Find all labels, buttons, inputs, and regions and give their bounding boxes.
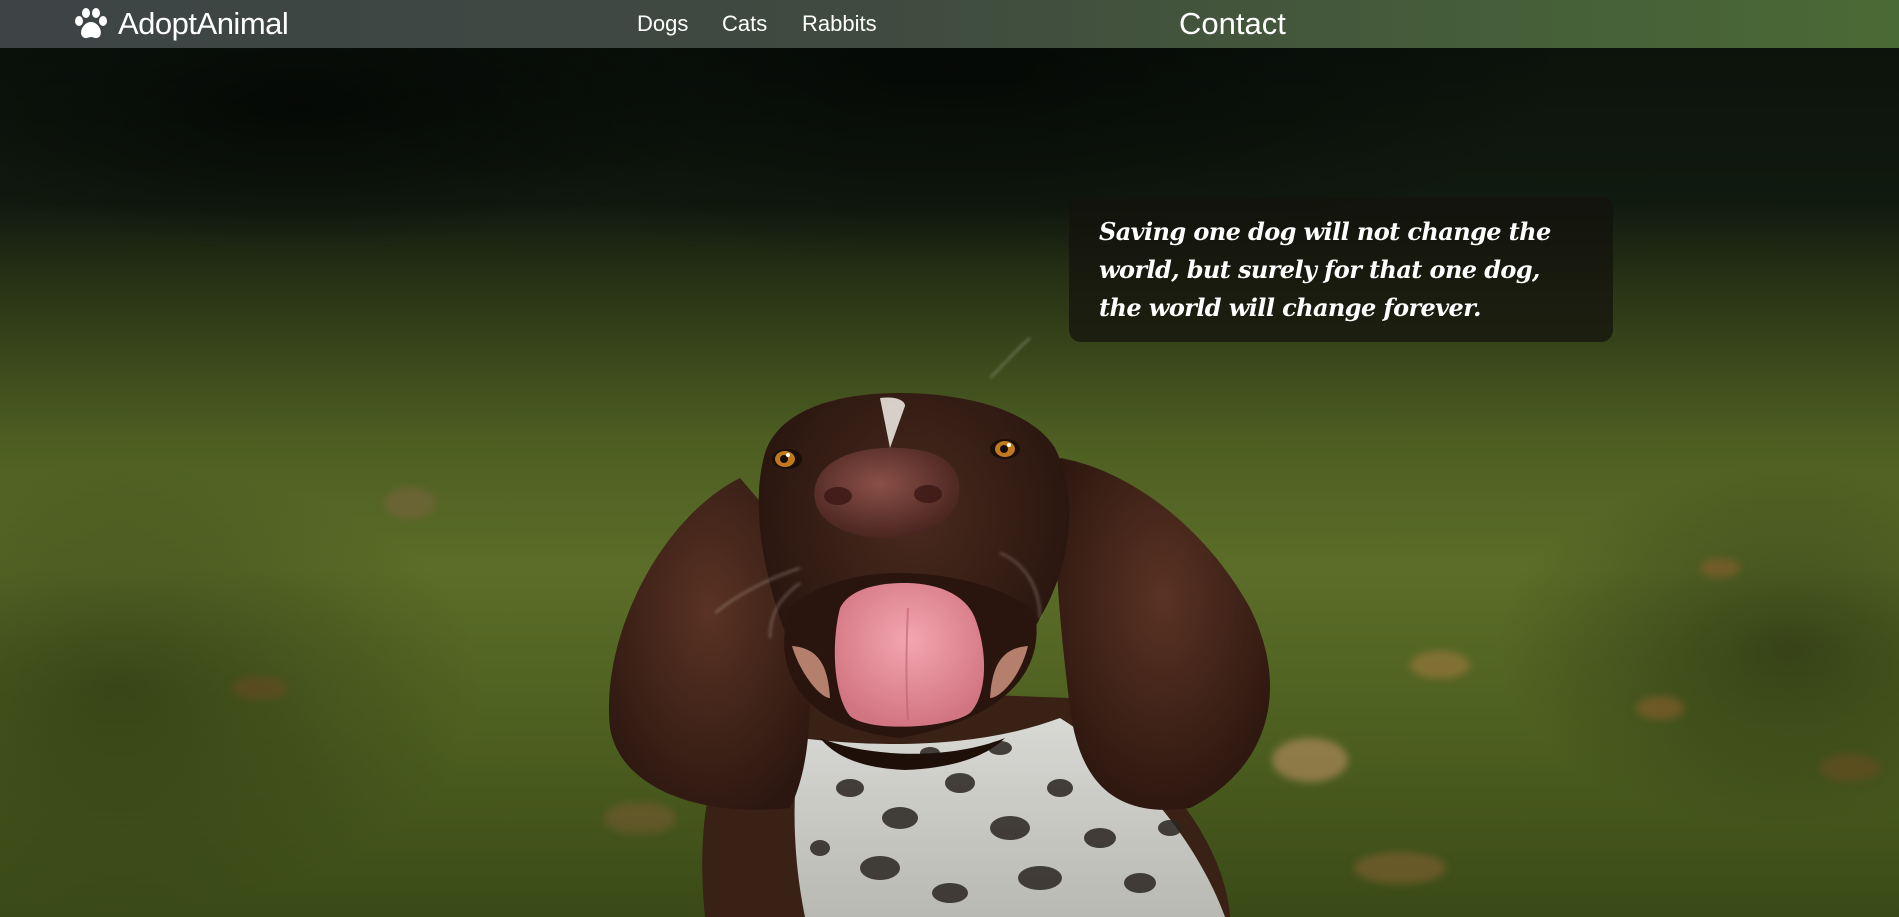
hero-section: Saving one dog will not change the world… xyxy=(0,48,1899,917)
dog-right-ear xyxy=(1055,458,1270,810)
dog-tongue xyxy=(834,583,985,727)
nav-link-cats[interactable]: Cats xyxy=(722,0,767,48)
nav-link-dogs[interactable]: Dogs xyxy=(637,0,688,48)
top-navbar: AdoptAnimal Dogs Cats Rabbits Contact xyxy=(0,0,1899,48)
brand-logo-link[interactable]: AdoptAnimal xyxy=(72,0,289,48)
brand-name: AdoptAnimal xyxy=(118,6,289,41)
hero-dog-image xyxy=(232,337,1880,917)
hero-quote: Saving one dog will not change the world… xyxy=(1099,217,1551,322)
nav-link-rabbits[interactable]: Rabbits xyxy=(802,0,877,48)
quote-card: Saving one dog will not change the world… xyxy=(1069,197,1613,342)
nav-link-contact[interactable]: Contact xyxy=(1179,0,1286,48)
paw-icon xyxy=(75,8,107,39)
